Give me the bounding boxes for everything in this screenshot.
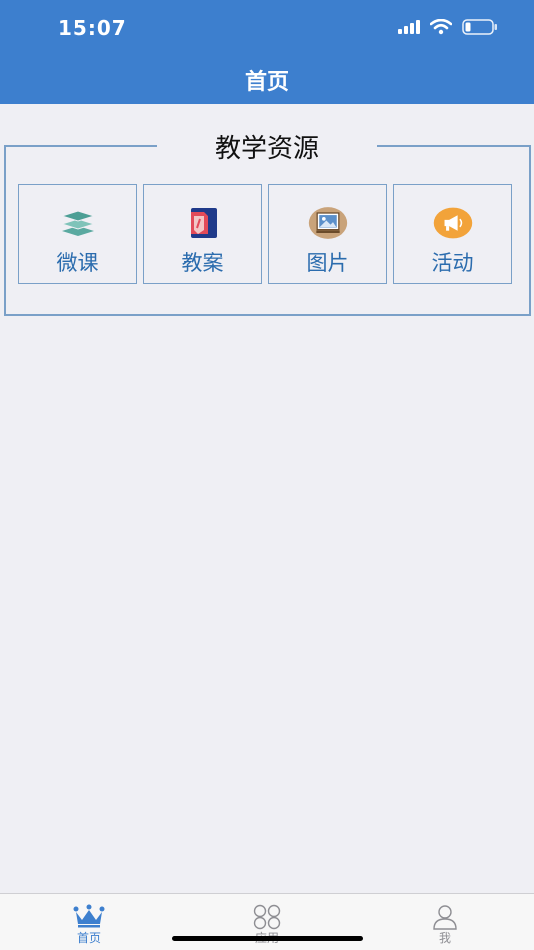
resource-tile-pictures[interactable]: 图片 (268, 184, 387, 284)
resource-tile-activities[interactable]: 活动 (393, 184, 512, 284)
wifi-icon (430, 19, 452, 35)
status-icons (398, 19, 498, 35)
picture-icon (308, 203, 348, 243)
status-time: 15:07 (58, 16, 127, 40)
tab-home[interactable]: 首页 (49, 894, 129, 950)
tile-label: 教案 (181, 251, 224, 275)
battery-icon (462, 19, 497, 35)
tab-me[interactable]: 我 (405, 894, 485, 950)
tile-label: 图片 (306, 251, 349, 275)
tab-bar: 首页 应用 我 (0, 893, 534, 950)
tile-label: 微课 (56, 251, 99, 275)
cellular-signal-icon (398, 20, 420, 34)
tile-label: 活动 (431, 251, 474, 275)
home-indicator (172, 936, 363, 941)
divider (4, 145, 157, 147)
tab-label: 首页 (76, 931, 101, 945)
tab-apps[interactable]: 应用 (227, 894, 307, 950)
megaphone-icon (433, 203, 473, 243)
section-title: 教学资源 (214, 134, 319, 164)
crown-icon (73, 904, 105, 932)
layers-icon (58, 203, 98, 243)
resource-tile-micro-course[interactable]: 微课 (18, 184, 137, 284)
top-bar: 15:07 首页 (0, 0, 534, 104)
document-icon (183, 203, 223, 243)
divider (377, 145, 531, 147)
page-title: 首页 (244, 70, 289, 95)
tab-label: 我 (438, 931, 451, 945)
resource-tile-lesson-plan[interactable]: 教案 (143, 184, 262, 284)
